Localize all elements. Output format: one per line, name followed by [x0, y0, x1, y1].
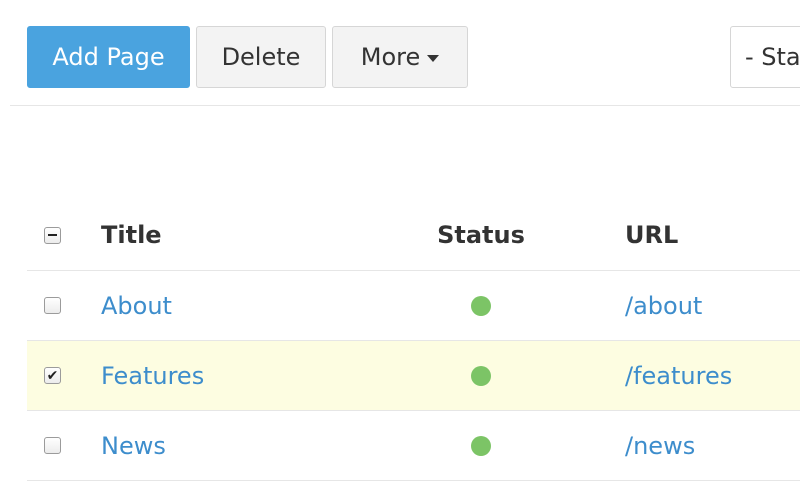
column-header-title[interactable]: Title	[101, 200, 162, 270]
row-title-cell: Features	[101, 341, 204, 410]
column-header-status[interactable]: Status	[427, 200, 535, 270]
caret-down-icon	[427, 54, 440, 62]
page-title-link[interactable]: News	[101, 432, 166, 460]
row-url-cell: /about	[625, 271, 702, 340]
status-published-icon	[471, 435, 491, 456]
column-header-url[interactable]: URL	[625, 200, 678, 270]
page-url-link[interactable]: /about	[625, 292, 702, 320]
status-filter-select[interactable]: - Status -	[730, 26, 800, 88]
toolbar: Add Page Delete More - Status -	[0, 0, 800, 106]
row-checkbox[interactable]	[44, 437, 61, 454]
delete-button-label: Delete	[221, 43, 301, 71]
row-select-cell: ✔	[44, 341, 64, 410]
toolbar-divider	[10, 105, 800, 106]
row-status-cell	[427, 411, 535, 480]
delete-button[interactable]: Delete	[196, 26, 326, 88]
table-row[interactable]: About /about	[27, 271, 800, 341]
status-filter-value: - Status -	[745, 43, 800, 71]
page-title-link[interactable]: Features	[101, 362, 204, 390]
row-select-cell	[44, 411, 64, 480]
row-checkbox[interactable]: ✔	[44, 367, 61, 384]
select-all-cell	[44, 200, 64, 270]
table-row[interactable]: News /news	[27, 411, 800, 481]
add-page-button-label: Add Page	[52, 43, 165, 71]
more-button-label: More	[360, 43, 421, 71]
page-url-link[interactable]: /features	[625, 362, 732, 390]
add-page-button[interactable]: Add Page	[27, 26, 190, 88]
row-select-cell	[44, 271, 64, 340]
row-status-cell	[427, 271, 535, 340]
table-header-row: Title Status URL	[27, 200, 800, 271]
select-all-checkbox[interactable]	[44, 226, 61, 244]
more-dropdown-button[interactable]: More	[332, 26, 468, 88]
checkmark-icon: ✔	[46, 367, 59, 384]
row-url-cell: /news	[625, 411, 695, 480]
page-url-link[interactable]: /news	[625, 432, 695, 460]
row-title-cell: News	[101, 411, 166, 480]
indeterminate-dash-icon	[48, 234, 57, 236]
row-title-cell: About	[101, 271, 172, 340]
row-status-cell	[427, 341, 535, 410]
row-url-cell: /features	[625, 341, 732, 410]
status-published-icon	[471, 295, 491, 316]
row-checkbox[interactable]	[44, 297, 61, 314]
table-row[interactable]: ✔ Features /features	[27, 341, 800, 411]
pages-table: Title Status URL About /about ✔ Features	[27, 200, 800, 481]
status-published-icon	[471, 365, 491, 386]
page-title-link[interactable]: About	[101, 292, 172, 320]
